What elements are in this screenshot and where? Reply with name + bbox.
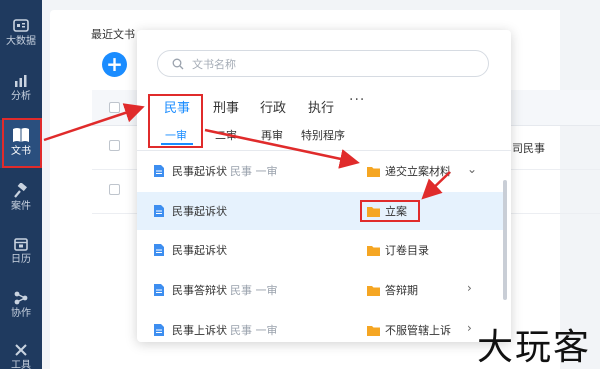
row-checkbox[interactable] [109,184,120,195]
list-item[interactable]: 民事上诉状 民事 一审 不服管辖上诉 › [137,311,505,342]
document-tag: 民事 一审 [230,284,278,297]
recent-documents-title: 最近文书 [91,28,135,41]
search-icon [172,58,184,70]
chevron-down-icon[interactable]: ⌄ [467,162,477,176]
search-box[interactable] [157,50,489,77]
folder-name: 不服管辖上诉 [385,324,451,337]
document-name: 民事起诉状 [172,244,227,257]
folder-name: 答辩期 [385,284,418,297]
table-cell: 司民事 [512,142,545,155]
chevron-right-icon[interactable]: › [467,321,472,335]
tab-criminal[interactable]: 刑事 [213,97,239,116]
sidebar-item-tools[interactable]: 工具 [0,336,42,369]
share-icon [14,291,28,305]
subtab-second-instance[interactable]: 二审 [215,127,237,143]
sidebar-item-label: 工具 [11,360,31,369]
folder-icon [367,246,380,256]
highlight-box [360,200,420,222]
sidebar-item-label: 大数据 [6,36,36,47]
list-item[interactable]: 民事起诉状 订卷目录 [137,231,505,269]
row-checkbox[interactable] [109,140,120,151]
watermark: 大玩客 [477,327,592,368]
list-item[interactable]: 民事答辩状 民事 一审 答辩期 › [137,271,505,309]
list-item[interactable]: 民事起诉状 民事 一审 递交立案材料 ⌄ [137,152,505,190]
tab-execution[interactable]: 执行 [308,97,334,116]
document-tag: 民事 一审 [230,165,278,178]
subtab-special-procedure[interactable]: 特别程序 [301,127,345,143]
folder-icon [367,326,380,336]
document-tag: 民事 一审 [230,324,278,337]
chart-icon [15,75,27,87]
folder-icon [367,286,380,296]
dashboard-icon [13,19,29,32]
document-name: 民事起诉状 [172,205,227,218]
sidebar-item-label: 协作 [11,308,31,319]
folder-name: 订卷目录 [385,244,429,257]
select-all-checkbox[interactable] [109,102,120,113]
sidebar-item-bigdata[interactable]: 大数据 [0,12,42,58]
document-icon [154,165,164,177]
chevron-right-icon[interactable]: › [467,281,472,295]
document-icon [154,284,164,296]
search-input[interactable] [192,55,472,73]
document-icon [154,205,164,217]
subtab-retrial[interactable]: 再审 [261,127,283,143]
sidebar-item-analysis[interactable]: 分析 [0,67,42,113]
more-tabs-button[interactable]: ··· [349,92,365,108]
sidebar-item-collaborate[interactable]: 协作 [0,284,42,330]
calendar-icon [14,238,28,251]
gavel-icon [14,183,27,198]
sidebar-item-label: 案件 [11,201,31,212]
document-name: 民事上诉状 民事 一审 [172,324,278,337]
document-icon [154,324,164,336]
list-item[interactable]: 民事起诉状 立案 [137,192,505,230]
document-icon [154,244,164,256]
sidebar-item-calendar[interactable]: 日历 [0,230,42,276]
highlight-box [2,118,42,168]
document-name: 民事起诉状 民事 一审 [172,165,278,178]
scrollbar[interactable] [503,180,507,300]
tools-icon [15,344,27,356]
divider [137,150,511,151]
add-document-button[interactable]: + [102,52,127,77]
tab-administrative[interactable]: 行政 [260,97,286,116]
sidebar: 大数据 分析 文书 案件 日历 协作 工具 [0,0,42,369]
sidebar-item-cases[interactable]: 案件 [0,177,42,223]
document-name: 民事答辩状 民事 一审 [172,284,278,297]
folder-name: 递交立案材料 [385,165,451,178]
sidebar-item-label: 日历 [11,254,31,265]
folder-icon [367,167,380,177]
highlight-box [148,94,203,148]
document-picker-popup: 民事 刑事 行政 执行 ··· 一审 二审 再审 特别程序 民事起诉状民事 一审… [137,30,511,342]
sidebar-item-label: 分析 [11,91,31,102]
